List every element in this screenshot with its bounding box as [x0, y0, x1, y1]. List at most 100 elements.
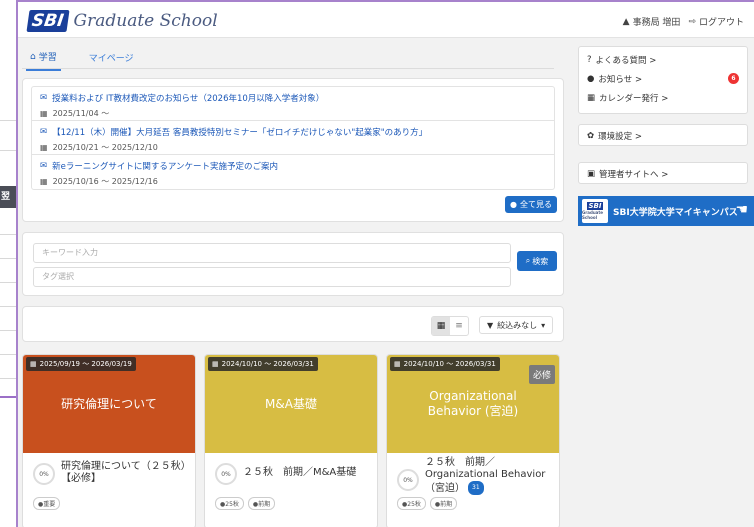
logo[interactable]: SBI Graduate School	[26, 8, 218, 34]
header: SBI Graduate School ▲ 事務局 増田 ⇨ ログアウト	[18, 2, 754, 38]
search-icon: ⌕	[525, 256, 531, 265]
notice-title[interactable]: 新eラーニングサイトに関するアンケート実施予定のご案内	[52, 160, 278, 172]
background-header-cell: 翌日	[0, 186, 16, 224]
keyword-input[interactable]: キーワード入力	[33, 243, 511, 263]
progress-ring: 0%	[397, 469, 419, 491]
divider	[0, 378, 16, 379]
sidebar-item-label: 管理者サイトへ >	[599, 169, 669, 180]
notice-date: 2025/10/21 ～ 2025/12/10	[52, 143, 158, 152]
divider	[0, 120, 16, 121]
sidebar-item-notices[interactable]: ● お知らせ > 6	[579, 69, 747, 88]
user-menu[interactable]: ▲ 事務局 増田	[622, 15, 681, 29]
calendar-icon: ▦	[587, 92, 596, 103]
tab-label: マイページ	[88, 54, 134, 64]
sidebar-settings: ✿ 環境設定 >	[578, 124, 748, 146]
tag: ●前期	[247, 497, 276, 510]
divider	[0, 234, 16, 235]
course-title-text: 研究倫理について（２５秋）【必修】	[61, 461, 186, 484]
list-view-icon[interactable]: ≡	[450, 317, 468, 335]
course-title-text: ２５秋 前期／Organizational Behavior（宮迫）	[425, 457, 546, 494]
required-badge: 必修	[528, 365, 555, 384]
campus-logo-sub: Graduate School	[582, 210, 603, 220]
course-image-text: 研究倫理について	[61, 396, 157, 411]
calendar-icon: ▦	[40, 177, 48, 186]
course-title[interactable]: 研究倫理について（２５秋）【必修】	[61, 461, 189, 485]
sidebar-links: ? よくある質問 > ● お知らせ > 6 ▦ カレンダー発行 >	[578, 46, 748, 114]
logout-link[interactable]: ⇨ ログアウト	[688, 15, 744, 29]
divider	[0, 150, 16, 151]
logout-label: ログアウト	[698, 18, 744, 28]
filter-icon: ▼	[487, 320, 494, 330]
tag-select[interactable]: タグ選択	[33, 267, 511, 287]
filter-dropdown[interactable]: ▼ 絞込みなし ▾	[479, 316, 554, 334]
sidebar-item-settings[interactable]: ✿ 環境設定 >	[579, 126, 747, 145]
see-all-button[interactable]: ● 全て見る	[505, 196, 557, 213]
tab-divider	[22, 68, 554, 69]
course-body: 0% ２５秋 前期／Organizational Behavior（宮迫） 31 …	[387, 453, 559, 510]
user-icon: ▲	[622, 16, 630, 27]
user-name: 事務局 増田	[632, 18, 681, 28]
sidebar-item-label: よくある質問 >	[595, 55, 657, 66]
window-edge	[0, 396, 16, 398]
calendar-icon: ▦	[212, 360, 219, 368]
tag-label: 前期	[258, 501, 271, 508]
course-title[interactable]: ２５秋 前期／Organizational Behavior（宮迫） 31	[425, 457, 553, 495]
logo-text: Graduate School	[73, 11, 218, 31]
progress-ring: 0%	[215, 463, 237, 485]
grid-view-icon[interactable]: ▦	[432, 317, 450, 335]
search-card: キーワード入力 タグ選択 ⌕ 検索	[22, 232, 564, 296]
notice-item[interactable]: ✉ 授業料および IT教材費改定のお知らせ（2026年10月以降入学者対象） ▦ 2…	[32, 87, 554, 121]
tag-label: 25秋	[225, 501, 239, 508]
course-card[interactable]: ▦ 2025/09/19 ～ 2026/03/19 研究倫理について 0% 研究倫…	[22, 354, 196, 527]
my-campus-button[interactable]: SBI Graduate School SBI大学院大学マイキャンパス ☚	[578, 196, 754, 226]
pointer-hand-icon: ☚	[735, 202, 748, 218]
sidebar-item-admin[interactable]: ▣ 管理者サイトへ >	[579, 164, 747, 183]
divider	[0, 354, 16, 355]
sidebar-item-label: カレンダー発行 >	[599, 93, 669, 104]
sidebar-item-label: 環境設定 >	[598, 131, 642, 142]
course-title[interactable]: ２５秋 前期／M&A基礎	[243, 467, 371, 479]
course-image-text: Organizational Behavior (宮迫)	[427, 389, 519, 418]
tag: ●重要	[33, 497, 61, 510]
background-window: 翌日	[0, 0, 16, 527]
sidebar-item-calendar[interactable]: ▦ カレンダー発行 >	[579, 88, 747, 107]
logout-icon: ⇨	[688, 16, 696, 27]
info-icon: ●	[510, 200, 517, 209]
search-button[interactable]: ⌕ 検索	[517, 251, 557, 271]
date-range: 2024/10/10 ～ 2026/03/31	[221, 360, 314, 368]
notices-card: ✉ 授業料および IT教材費改定のお知らせ（2026年10月以降入学者対象） ▦ 2…	[22, 78, 564, 222]
info-icon: ●	[587, 73, 595, 84]
notice-title[interactable]: 【12/11（木）開催】大月延吾 客員教授特別セミナー「ゼロイチだけじゃない"起…	[52, 126, 427, 138]
course-image: ▦ 2025/09/19 ～ 2026/03/19 研究倫理について	[23, 355, 195, 453]
course-image: ▦ 2024/10/10 ～ 2026/03/31 M&A基礎	[205, 355, 377, 453]
gear-icon: ✿	[587, 130, 595, 141]
calendar-icon: ▦	[30, 360, 37, 368]
date-badge: ▦ 2024/10/10 ～ 2026/03/31	[208, 357, 318, 371]
question-icon: ?	[587, 54, 592, 65]
notification-badge: 6	[728, 73, 739, 84]
search-button-label: 検索	[532, 256, 549, 266]
view-toolbar: ▦ ≡ ▼ 絞込みなし ▾	[22, 306, 564, 342]
tag-label: 重要	[43, 501, 56, 508]
notice-date: 2025/10/16 ～ 2025/12/16	[52, 177, 158, 186]
notice-list: ✉ 授業料および IT教材費改定のお知らせ（2026年10月以降入学者対象） ▦ 2…	[31, 86, 555, 190]
notice-item[interactable]: ✉ 【12/11（木）開催】大月延吾 客員教授特別セミナー「ゼロイチだけじゃない"…	[32, 121, 554, 155]
tab-label: 学習	[38, 53, 57, 63]
filter-label: 絞込みなし	[497, 320, 538, 330]
sidebar-item-label: お知らせ >	[598, 74, 643, 85]
campus-logo-mark: SBI	[586, 202, 604, 210]
course-card[interactable]: ▦ 2024/10/10 ～ 2026/03/31 M&A基礎 0% ２５秋 前期…	[204, 354, 378, 527]
notice-title[interactable]: 授業料および IT教材費改定のお知らせ（2026年10月以降入学者対象）	[52, 92, 324, 104]
view-toggle: ▦ ≡	[431, 316, 469, 336]
divider	[0, 282, 16, 283]
course-card[interactable]: ▦ 2024/10/10 ～ 2026/03/31 必修 Organization…	[386, 354, 560, 527]
notice-item[interactable]: ✉ 新eラーニングサイトに関するアンケート実施予定のご案内 ▦ 2025/10/16…	[32, 155, 554, 189]
calendar-icon: ▦	[40, 143, 48, 152]
course-title-text: ２５秋 前期／M&A基礎	[243, 467, 357, 478]
date-range: 2024/10/10 ～ 2026/03/31	[403, 360, 496, 368]
campus-logo: SBI Graduate School	[582, 199, 608, 223]
sidebar-item-faq[interactable]: ? よくある質問 >	[579, 50, 747, 69]
tag-label: 前期	[440, 501, 453, 508]
tag: ●25秋	[215, 497, 244, 510]
date-badge: ▦ 2024/10/10 ～ 2026/03/31	[390, 357, 500, 371]
